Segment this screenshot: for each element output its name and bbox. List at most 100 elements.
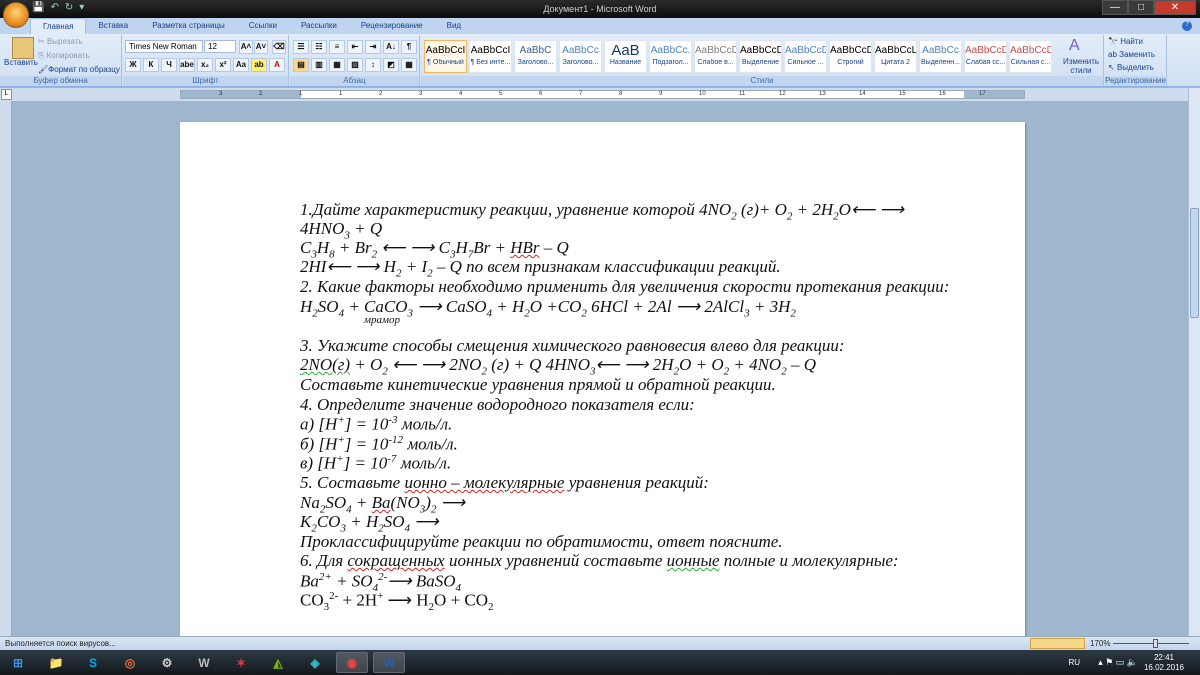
language-indicator[interactable]: RU [1068,658,1080,667]
paragraph-button[interactable]: ☰ [293,40,309,54]
tab-5[interactable]: Рецензирование [349,18,435,34]
style-gallery-item[interactable]: AaBbCc. Подзагол... [649,40,692,73]
tab-4[interactable]: Рассылки [289,18,349,34]
paragraph-button[interactable]: ▧ [347,58,363,72]
text-run: C [300,238,312,257]
style-gallery-item[interactable]: AaBbCcD Сильная с... [1009,40,1052,73]
taskbar-steam-icon[interactable]: ⚙ [151,652,183,673]
taskbar-origin-icon[interactable]: ◎ [114,652,146,673]
style-gallery-item[interactable]: AaBbCcL Цитата 2 [874,40,917,73]
maximize-button[interactable]: □ [1128,0,1154,15]
taskbar-app-shield-icon[interactable]: ◈ [299,652,331,673]
tab-selector[interactable]: L [1,89,12,100]
select-button[interactable]: ↖ Выделить [1108,63,1154,72]
help-icon[interactable]: ? [1182,21,1192,31]
vertical-scrollbar[interactable] [1188,88,1200,636]
shrink-font-button[interactable]: A˅ [254,40,268,54]
paste-button[interactable]: Вставить [4,58,38,67]
paragraph-button[interactable]: ⇤ [347,40,363,54]
text-run: 6HCl + 2Al ⟶ 2AlCl [586,297,745,316]
taskbar-skype-icon[interactable]: S [77,652,109,673]
paragraph-button[interactable]: ◩ [383,58,399,72]
horizontal-ruler[interactable]: 3 2 1 1 2 3 4 5 6 7 8 9 10 11 12 13 14 15 16 17 [180,90,1025,99]
tab-1[interactable]: Вставка [86,18,140,34]
minimize-button[interactable]: — [1102,0,1128,15]
style-name: Выделенн... [921,59,960,66]
style-gallery-item[interactable]: AaBbCcD Слабое в... [694,40,737,73]
style-gallery-item[interactable]: AaBbCcD Слабая сс... [964,40,1007,73]
font-format-button[interactable]: x² [215,58,231,72]
font-format-button[interactable]: A [269,58,285,72]
style-gallery-item[interactable]: AaBbCcD Выделение [739,40,782,73]
clear-format-button[interactable]: ⌫ [272,40,286,54]
scrollbar-thumb[interactable] [1190,208,1199,318]
font-size-combo[interactable]: 12 [204,40,236,53]
vertical-ruler[interactable] [0,101,12,636]
paragraph-button[interactable]: ☷ [311,40,327,54]
taskbar-nvidia-icon[interactable]: ◭ [262,652,294,673]
font-format-button[interactable]: x₂ [197,58,213,72]
paragraph-button[interactable]: A↓ [383,40,399,54]
font-format-button[interactable]: Ж [125,58,141,72]
office-button[interactable] [3,2,29,28]
change-styles-button[interactable]: Изменить стили [1061,57,1101,75]
close-button[interactable]: ✕ [1154,0,1196,15]
paragraph-button[interactable]: ↕ [365,58,381,72]
paragraph-button[interactable]: ▥ [311,58,327,72]
grow-font-button[interactable]: A˄ [239,40,253,54]
view-buttons[interactable] [1030,638,1085,649]
text-run: O + CO [434,590,489,610]
taskbar-explorer-icon[interactable]: 📁 [40,652,72,673]
document-page[interactable]: 1.Дайте характеристику реакции, уравнени… [180,122,1025,636]
style-gallery-item[interactable]: AaBbCcD Сильное ... [784,40,827,73]
zoom-level[interactable]: 170% [1090,639,1110,648]
text-run: + [336,453,344,465]
tab-3[interactable]: Ссылки [237,18,289,34]
replace-button[interactable]: ab Заменить [1108,50,1155,59]
cut-button[interactable]: ✂ Вырезать [38,37,83,46]
text-run: O + O [679,355,724,374]
paragraph-button[interactable]: ▦ [329,58,345,72]
copy-button[interactable]: ⎘ Копировать [38,51,90,61]
font-format-button[interactable]: Ч [161,58,177,72]
taskbar-word-icon[interactable]: W [373,652,405,673]
clock[interactable]: 22:41 16.02.2016 [1144,653,1184,673]
tab-2[interactable]: Разметка страницы [140,18,237,34]
style-gallery-item[interactable]: AaB Название [604,40,647,73]
style-name: Строгий [837,59,864,66]
tab-0[interactable]: Главная [30,18,87,34]
document-line: Проклассифицируйте реакции по обратимост… [300,532,783,552]
document-line: 6. Для сокращенных ионных уравнений сост… [300,551,899,571]
style-gallery-item[interactable]: AaBbC Заголово... [514,40,557,73]
font-format-button[interactable]: Aa [233,58,249,72]
paste-icon[interactable] [12,37,34,59]
paragraph-button[interactable]: ≡ [329,40,345,54]
text-run: Br + [473,238,511,257]
tray-icons[interactable]: ▴ ⚑ ▭ 🔈 [1098,657,1138,668]
tab-6[interactable]: Вид [435,18,473,34]
zoom-slider-thumb[interactable] [1153,639,1158,648]
paragraph-button[interactable]: ▤ [293,58,309,72]
style-gallery-item[interactable]: AaBbCc Выделенн... [919,40,962,73]
zoom-slider[interactable] [1113,643,1189,644]
font-format-button[interactable]: abe [179,58,195,72]
style-gallery-item[interactable]: AaBbCcI ¶ Обычный [424,40,467,73]
taskbar-app-star-icon[interactable]: ✶ [225,652,257,673]
text-run: -3 [388,414,398,426]
font-format-button[interactable]: К [143,58,159,72]
paragraph-button[interactable]: ⇥ [365,40,381,54]
taskbar-world-of-tanks-icon[interactable]: W [188,652,220,673]
paragraph-button[interactable]: ▦ [401,58,417,72]
font-name-combo[interactable]: Times New Roman [125,40,203,53]
style-gallery-item[interactable]: AaBbCc Заголово... [559,40,602,73]
change-styles-icon: A [1069,37,1080,54]
paragraph-button[interactable]: ¶ [401,40,417,54]
format-painter-button[interactable]: 🖌Формат по образцу [38,65,120,74]
find-button[interactable]: 🔭 Найти [1108,37,1143,46]
style-gallery-item[interactable]: AaBbCcD Строгий [829,40,872,73]
style-gallery-item[interactable]: AaBbCcI ¶ Без инте... [469,40,512,73]
text-run: + Br [334,238,372,257]
taskbar-chrome-icon[interactable]: ◉ [336,652,368,673]
font-format-button[interactable]: ab [251,58,267,72]
taskbar-windows-start-icon[interactable]: ⊞ [2,652,34,673]
